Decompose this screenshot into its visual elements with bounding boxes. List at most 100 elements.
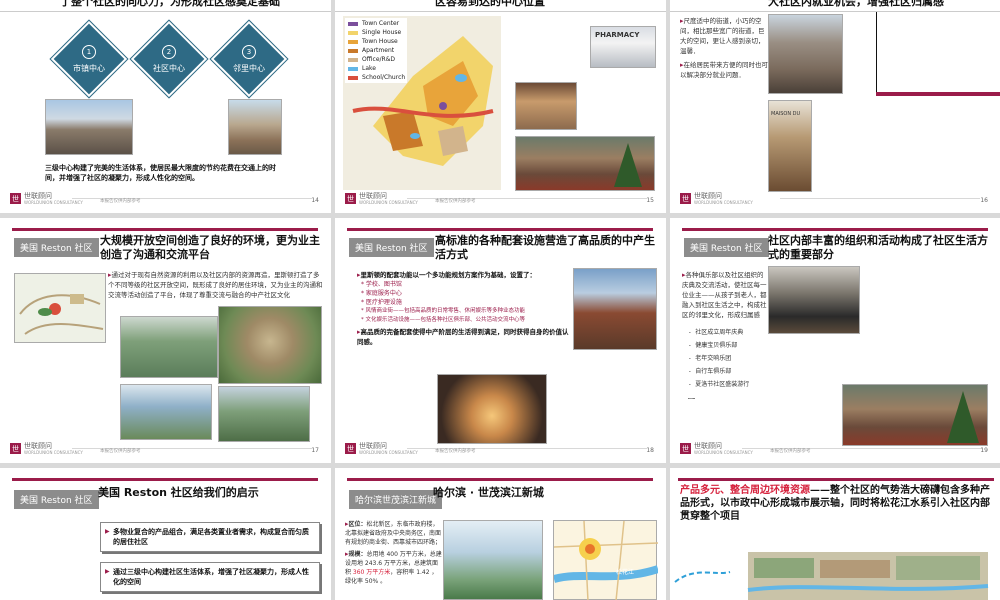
- list-item: * 医疗护理设施: [361, 299, 402, 306]
- christmas-tree-shape: [614, 143, 642, 187]
- divider: [335, 11, 666, 12]
- list-item: - 夏洛节社区盛装游行: [688, 381, 750, 388]
- site-plan: [14, 273, 106, 343]
- logo-mark: 世: [10, 193, 21, 204]
- amenities-list: ▸里斯顿的配套功能以一个多功能规划方案作为基础，设置了： * 学校、图书馆 * …: [357, 270, 572, 347]
- page-number: 15: [646, 197, 654, 204]
- list-item: * 家庭服务中心: [361, 290, 402, 297]
- pharmacy-photo: PHARMACY: [590, 26, 656, 68]
- slide-product-mix[interactable]: 产品多元、整合周边环境资源——整个社区的气势浩大磅礴包含多种产品形式，以市政中心…: [670, 468, 1000, 600]
- slide-16[interactable]: 大社区内就业机会，增强社区归属感 ▸尺度适中的街道，小巧的空间，相比那些宽广的街…: [670, 0, 1000, 213]
- rendering-photo: [443, 520, 543, 600]
- page-number: 17: [311, 447, 319, 454]
- accent-bar: [12, 228, 318, 231]
- legend-item: Single House: [347, 28, 405, 37]
- site-plan-shapes: [19, 294, 104, 335]
- logo-name: 世联顾问: [694, 192, 722, 200]
- land-use-map: Town Center Single House Town House Apar…: [343, 16, 501, 190]
- diamond-label: 社区中心: [153, 63, 185, 73]
- project-info: ▸区位：松北新区，东临市政府楼，北靠拟建省政府及中央商务区，南面有规划的商业街、…: [345, 520, 443, 586]
- festival-photo: [842, 384, 988, 446]
- diamond-3: 3 邻里中心: [210, 20, 288, 98]
- diamond-label: 邻里中心: [233, 63, 265, 73]
- christmas-tree-shape: [947, 391, 979, 443]
- slide-heading: 区容易到达的中心位置: [435, 0, 545, 8]
- slide-19[interactable]: 美国 Reston 社区 社区内部丰富的组织和活动构成了社区生活方式的重要部分 …: [670, 218, 1000, 463]
- slide-grid: 了整个社区的向心力，为形成社区感奠定基础 1 市镇中心 2 社区中心 3 邻里中心 三…: [0, 0, 1000, 600]
- plaza-photo: [515, 136, 655, 191]
- slide-title: 美国 Reston 社区给我们的启示: [98, 486, 259, 499]
- slide-harbin[interactable]: 哈尔滨世茂滨江新城 哈尔滨 · 世茂滨江新城 ▸区位：松北新区，东临市政府楼，北…: [335, 468, 666, 600]
- footer-line: [780, 198, 980, 199]
- slide-15[interactable]: 区容易到达的中心位置 Town Center Single House Town…: [335, 0, 666, 213]
- parade-photo: [768, 266, 860, 334]
- bullet-item: ▸尺度适中的街道，小巧的空间，相比那些宽广的街道，巨大的空间，更让人感到亲切，温…: [680, 17, 765, 55]
- legend-item: Town House: [347, 37, 405, 46]
- divider: [670, 11, 1000, 12]
- cafe-photo: MAISON DU: [768, 100, 812, 192]
- logo-mark: 世: [680, 193, 691, 204]
- diamond-label: 市镇中心: [73, 63, 105, 73]
- logo-subtitle: WORLDUNION CONSULTANCY: [694, 200, 753, 205]
- river-label: 松花江: [616, 569, 635, 576]
- insight-box-2: ▶ 通过三级中心构建社区生活体系，增强了社区凝聚力，形成人性化的空间: [100, 562, 320, 592]
- activities-list: - 社区成立周年庆典 - 健康宝贝俱乐部 - 老年交响乐团 - 自行车俱乐部 -…: [688, 326, 788, 404]
- list-item: * 文化娱乐活动设施——包括各种社区俱乐部、公共活动交流中心等: [361, 317, 526, 323]
- diamond-number: 1: [82, 44, 96, 59]
- section-tag: 美国 Reston 社区: [14, 238, 99, 257]
- page-number: 18: [646, 447, 654, 454]
- location-map-shapes: [552, 520, 660, 600]
- slide-18[interactable]: 美国 Reston 社区 高标准的各种配套设施营造了高品质的中产生活方式 ▸里斯…: [335, 218, 666, 463]
- logo-subtitle: WORLDUNION CONSULTANCY: [359, 450, 418, 455]
- logo-subtitle: WORLDUNION CONSULTANCY: [24, 200, 83, 205]
- diamond-2: 2 社区中心: [130, 20, 208, 98]
- storefront-photo: [573, 268, 657, 350]
- logo-mark: 世: [345, 193, 356, 204]
- slide-heading: 大社区内就业机会，增强社区归属感: [768, 0, 944, 8]
- legend-item: Office/R&D: [347, 55, 405, 64]
- legend-item: School/Church: [347, 73, 405, 82]
- vertical-rule: [876, 12, 877, 94]
- footer-note: 本报告仅供内部参考: [435, 199, 476, 204]
- section-tag: 美国 Reston 社区: [684, 238, 769, 257]
- body-text: ▸通过对于现有自然资源的利用以及社区内部的资源再造，里斯顿打造了多个不同等级的社…: [108, 271, 323, 299]
- slide-title: 哈尔滨 · 世茂滨江新城: [433, 486, 544, 499]
- accent-bar: [12, 478, 318, 481]
- accent-bar: [347, 478, 653, 481]
- legend-item: Apartment: [347, 46, 405, 55]
- trees-photo: [218, 386, 310, 442]
- list-item: * 风情商业街——包括高品质的日常零售、休闲娱乐等多种业态功能: [361, 308, 526, 314]
- section-tag: 哈尔滨世茂滨江新城: [349, 490, 443, 509]
- footer-note: 本报告仅供内部参考: [435, 449, 476, 454]
- bullet-item: ▸在给居民带来方便的同时也可以解决部分就业问题．: [680, 61, 769, 79]
- scale-info: ▸规模：总用地 400 万平方米，总建设用地 243.6 万平方米，总建筑面积 …: [345, 550, 442, 585]
- slide-reston-insights[interactable]: 美国 Reston 社区 美国 Reston 社区给我们的启示 ▶ 多物业复合的产…: [0, 468, 331, 600]
- list-item: - 老年交响乐团: [688, 355, 732, 362]
- bullet-list: ▸尺度适中的街道，小巧的空间，相比那些宽广的街道，巨大的空间，更让人感到亲切，温…: [680, 16, 770, 80]
- slide-heading: 了整个社区的向心力，为形成社区感奠定基础: [60, 0, 280, 8]
- divider: [0, 11, 331, 12]
- page-number: 16: [980, 197, 988, 204]
- page-number: 19: [980, 447, 988, 454]
- shop-sign: PHARMACY: [595, 31, 640, 39]
- diamond-number: 3: [242, 44, 256, 59]
- street-photo: [768, 14, 843, 94]
- slide-title: 产品多元、整合周边环境资源——整个社区的气势浩大磅礴包含多种产品形式，以市政中心…: [680, 485, 990, 522]
- diamond-1: 1 市镇中心: [50, 20, 128, 98]
- location-map: 松花江: [552, 520, 660, 600]
- park-photo: [120, 316, 218, 378]
- map-legend: Town Center Single House Town House Apar…: [345, 18, 408, 83]
- intro-text: ▸里斯顿的配套功能以一个多功能规划方案作为基础，设置了：: [357, 271, 537, 279]
- slide-14[interactable]: 了整个社区的向心力，为形成社区感奠定基础 1 市镇中心 2 社区中心 3 邻里中心 三…: [0, 0, 331, 213]
- legend-item: Lake: [347, 64, 405, 73]
- slide-title: 高标准的各种配套设施营造了高品质的中产生活方式: [435, 234, 655, 261]
- footer-note: 本报告仅供内部参考: [100, 199, 141, 204]
- list-item: - 健康宝贝俱乐部: [688, 342, 738, 349]
- blank-area: [846, 14, 1000, 94]
- list-item: - 自行车俱乐部: [688, 368, 732, 375]
- slide-17[interactable]: 美国 Reston 社区 大规模开放空间创造了良好的环境，更为业主创造了沟通和交…: [0, 218, 331, 463]
- masterplan-shapes: [674, 552, 989, 600]
- activities-intro: ▸各种俱乐部以及社区组织的庆典及交流活动，使社区每一位业主——从孩子到老人，都融…: [682, 271, 767, 319]
- fountain-photo: [437, 374, 547, 444]
- footer-note: 本报告仅供内部参考: [100, 449, 141, 454]
